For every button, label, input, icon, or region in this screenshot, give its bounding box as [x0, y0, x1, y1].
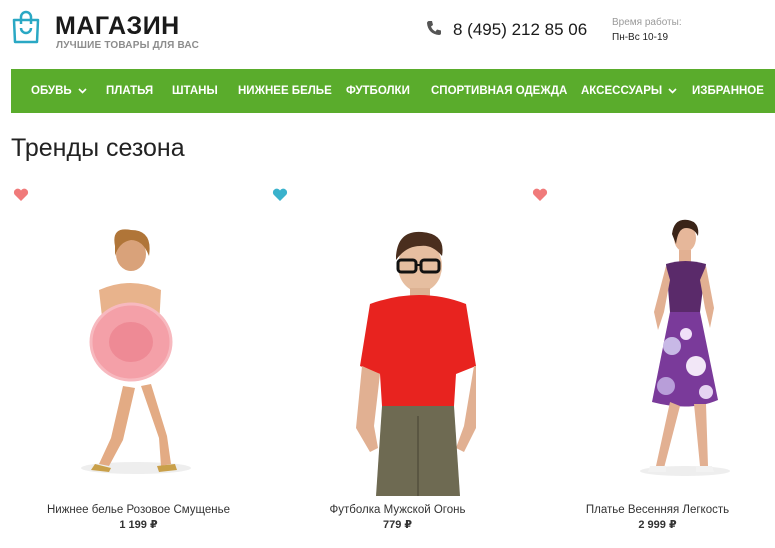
- logo-subtitle: ЛУЧШИЕ ТОВАРЫ ДЛЯ ВАС: [56, 40, 199, 51]
- nav-item-label: ФУТБОЛКИ: [346, 85, 410, 97]
- nav-item-label: ИЗБРАННОЕ: [692, 85, 764, 97]
- shopping-bag-icon[interactable]: [11, 10, 41, 44]
- working-hours-label: Время работы:: [612, 17, 682, 28]
- product-image[interactable]: [530, 216, 775, 496]
- nav-item-label: ОБУВЬ: [31, 85, 72, 97]
- phone-number[interactable]: 8 (495) 212 85 06: [453, 19, 587, 41]
- product-price: 2 999 ₽: [638, 519, 677, 531]
- chevron-down-icon: [78, 88, 87, 94]
- section-title: Тренды сезона: [11, 134, 185, 162]
- product-card[interactable]: Футболка Мужской Огонь 779 ₽: [270, 186, 525, 536]
- product-image[interactable]: [11, 216, 266, 496]
- product-image[interactable]: [270, 216, 525, 496]
- product-name[interactable]: Футболка Мужской Огонь: [270, 504, 525, 516]
- nav-item-sportswear[interactable]: СПОРТИВНАЯ ОДЕЖДА: [431, 69, 567, 113]
- nav-item-label: НИЖНЕЕ БЕЛЬЕ: [238, 85, 332, 97]
- nav-item-shoes[interactable]: ОБУВЬ: [31, 69, 87, 113]
- phone-icon: [427, 21, 441, 35]
- nav-item-pants[interactable]: ШТАНЫ: [172, 69, 218, 113]
- nav-item-underwear[interactable]: НИЖНЕЕ БЕЛЬЕ: [238, 69, 332, 113]
- chevron-down-icon: [668, 88, 677, 94]
- product-price: 1 199 ₽: [119, 519, 158, 531]
- product-card[interactable]: Нижнее белье Розовое Смущенье 1 199 ₽: [11, 186, 266, 536]
- product-name[interactable]: Платье Весенняя Легкость: [530, 504, 775, 516]
- product-name[interactable]: Нижнее белье Розовое Смущенье: [11, 504, 266, 516]
- site-header: МАГАЗИН ЛУЧШИЕ ТОВАРЫ ДЛЯ ВАС 8 (495) 21…: [0, 0, 775, 68]
- nav-item-favorites[interactable]: ИЗБРАННОЕ: [692, 69, 764, 113]
- working-hours-value: Пн-Вс 10-19: [612, 32, 669, 43]
- nav-item-label: СПОРТИВНАЯ ОДЕЖДА: [431, 85, 568, 97]
- main-navigation: ОБУВЬ ПЛАТЬЯ ШТАНЫ НИЖНЕЕ БЕЛЬЕ ФУТБОЛКИ…: [11, 69, 775, 113]
- favorite-heart-icon[interactable]: [13, 188, 29, 202]
- nav-item-label: АКСЕССУАРЫ: [581, 85, 663, 97]
- favorite-heart-icon[interactable]: [532, 188, 548, 202]
- nav-item-tshirts[interactable]: ФУТБОЛКИ: [346, 69, 410, 113]
- logo-title[interactable]: МАГАЗИН: [55, 12, 180, 40]
- favorite-heart-icon[interactable]: [272, 188, 288, 202]
- product-price: 779 ₽: [382, 519, 413, 531]
- product-card[interactable]: Платье Весенняя Легкость 2 999 ₽: [530, 186, 775, 536]
- nav-item-label: ШТАНЫ: [172, 85, 218, 97]
- nav-item-label: ПЛАТЬЯ: [106, 85, 154, 97]
- nav-item-accessories[interactable]: АКСЕССУАРЫ: [581, 69, 677, 113]
- nav-item-dresses[interactable]: ПЛАТЬЯ: [106, 69, 153, 113]
